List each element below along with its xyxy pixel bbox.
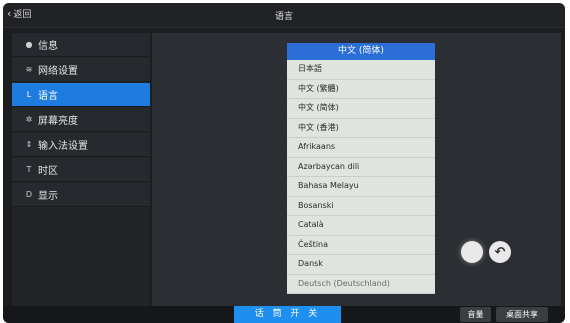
language-option[interactable]: Afrikaans: [287, 138, 435, 158]
sidebar-item-label: 信息: [38, 41, 58, 52]
brightness-icon: ✲: [25, 115, 33, 124]
language-option[interactable]: 中文 (香港): [287, 119, 435, 138]
mic-toggle-button[interactable]: 话 筒 开 关: [234, 306, 341, 323]
volume-button[interactable]: 音量: [460, 307, 491, 322]
language-option[interactable]: 日本語: [287, 60, 435, 80]
sidebar-item[interactable]: T 时区: [12, 158, 150, 182]
sidebar-item-label: 时区: [38, 166, 58, 177]
language-option[interactable]: Deutsch (Deutschland): [287, 275, 435, 294]
sidebar-item[interactable]: ≋ 网络设置: [12, 58, 150, 82]
sidebar-item[interactable]: ● 信息: [12, 33, 150, 57]
sidebar-item[interactable]: ⇕ 输入法设置: [12, 133, 150, 157]
sidebar-item[interactable]: D 显示: [12, 183, 150, 207]
top-bar: ‹ 返回 语言: [3, 3, 565, 28]
info-icon: ●: [25, 40, 33, 49]
sidebar-item-label: 屏幕亮度: [38, 116, 78, 127]
language-option[interactable]: Català: [287, 216, 435, 236]
content-panel: 中文 (简体) 日本語 中文 (繁體) 中文 (简体) 中文 (香港) Afrikaan…: [152, 33, 561, 306]
language-picker-list[interactable]: 日本語 中文 (繁體) 中文 (简体) 中文 (香港) Afrikaans Azərbay…: [287, 60, 435, 294]
language-option[interactable]: Čeština: [287, 236, 435, 255]
display-icon: D: [25, 190, 33, 199]
settings-sidebar: ● 信息 ≋ 网络设置 L 语言 ✲ 屏幕亮度 ⇕ 输入法设置 T 时区 D 显示: [12, 33, 150, 306]
floating-button[interactable]: [461, 241, 483, 263]
sidebar-item[interactable]: L 语言: [12, 83, 150, 107]
wifi-icon: ≋: [25, 65, 33, 74]
language-option[interactable]: 中文 (简体): [287, 99, 435, 119]
sidebar-item-label: 网络设置: [38, 66, 78, 77]
undo-button[interactable]: ↶: [489, 241, 511, 263]
timezone-icon: T: [26, 165, 32, 174]
language-option[interactable]: Bahasa Melayu: [287, 177, 435, 197]
language-picker-selected[interactable]: 中文 (简体): [287, 43, 435, 60]
sidebar-item-label: 输入法设置: [38, 141, 88, 152]
language-option[interactable]: Bosanski: [287, 197, 435, 216]
sidebar-item-label: 语言: [38, 91, 58, 102]
page-title: 语言: [274, 12, 293, 22]
language-icon: L: [26, 90, 32, 99]
screen-share-button[interactable]: 桌面共享: [496, 307, 548, 322]
input-icon: ⇕: [25, 140, 33, 149]
sidebar-item-label: 显示: [38, 191, 58, 202]
language-option[interactable]: Dansk: [287, 255, 435, 275]
language-option[interactable]: 中文 (繁體): [287, 80, 435, 99]
sidebar-item[interactable]: ✲ 屏幕亮度: [12, 108, 150, 132]
language-option[interactable]: Azərbaycan dili: [287, 158, 435, 177]
undo-icon: ↶: [494, 244, 506, 260]
screen: ‹ 返回 语言 ● 信息 ≋ 网络设置 L 语言 ✲ 屏幕亮度 ⇕ 输入法设置 T 时区 D 显示 中文 …: [3, 3, 565, 323]
